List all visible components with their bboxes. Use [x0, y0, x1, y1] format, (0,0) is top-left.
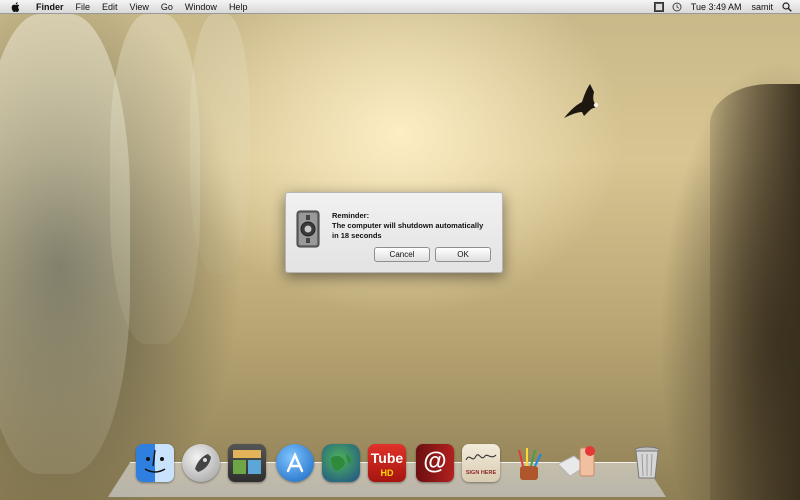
finder-face — [144, 449, 166, 473]
globe-glyph — [331, 454, 351, 471]
at-sign-icon[interactable]: @ — [416, 444, 454, 482]
app-store-icon[interactable] — [276, 444, 314, 482]
sign-here-icon[interactable]: SIGN HERE — [462, 444, 500, 482]
globe-icon[interactable] — [322, 444, 360, 482]
photo-thumbnails — [233, 450, 261, 474]
signature-scribble — [465, 454, 497, 461]
envelope-glyph — [557, 446, 595, 477]
waterfall-mist — [190, 14, 250, 274]
spotlight-icon[interactable] — [782, 1, 792, 12]
trash-glyph — [634, 446, 660, 479]
tube-hd-icon[interactable]: Tube HD — [368, 444, 406, 482]
shutdown-app-icon — [296, 210, 320, 248]
menu-file[interactable]: File — [70, 0, 97, 14]
menu-go[interactable]: Go — [155, 0, 179, 14]
cliff-right — [710, 84, 800, 500]
paint-brushes-glyph — [518, 448, 542, 480]
menu-window[interactable]: Window — [179, 0, 223, 14]
eagle-icon — [564, 84, 599, 118]
menubar-user[interactable]: samit — [746, 0, 778, 14]
trash-icon[interactable] — [628, 444, 666, 482]
menu-view[interactable]: View — [124, 0, 155, 14]
at-label: @ — [423, 448, 447, 475]
rocket-icon — [195, 454, 211, 472]
app-store-glyph — [286, 452, 304, 473]
finder-icon[interactable] — [136, 444, 174, 482]
waterfall-mid — [110, 14, 200, 344]
dialog-title: Reminder: — [332, 211, 370, 220]
time-machine-icon[interactable] — [672, 2, 682, 12]
cancel-button[interactable]: Cancel — [374, 247, 430, 262]
display-icon[interactable] — [653, 1, 664, 12]
apple-icon[interactable] — [10, 1, 22, 13]
menu-help[interactable]: Help — [223, 0, 254, 14]
menu-edit[interactable]: Edit — [96, 0, 124, 14]
photo-frame-icon[interactable] — [228, 444, 266, 482]
menu-bar: Finder File Edit View Go Window Help Tue… — [0, 0, 800, 14]
hd-label: HD — [380, 468, 394, 478]
launchpad-icon[interactable] — [182, 444, 220, 482]
dialog-message: The computer will shutdown automatically… — [332, 221, 484, 240]
paint-brushes-icon[interactable] — [510, 444, 548, 482]
tube-label: Tube — [370, 450, 404, 466]
reminder-dialog: Reminder: The computer will shutdown aut… — [285, 192, 503, 273]
envelope-badge-icon[interactable] — [556, 444, 595, 482]
menu-finder[interactable]: Finder — [30, 0, 70, 14]
ok-button[interactable]: OK — [435, 247, 491, 262]
sign-here-label: SIGN HERE — [465, 470, 497, 476]
menubar-clock[interactable]: Tue 3:49 AM — [686, 0, 747, 14]
